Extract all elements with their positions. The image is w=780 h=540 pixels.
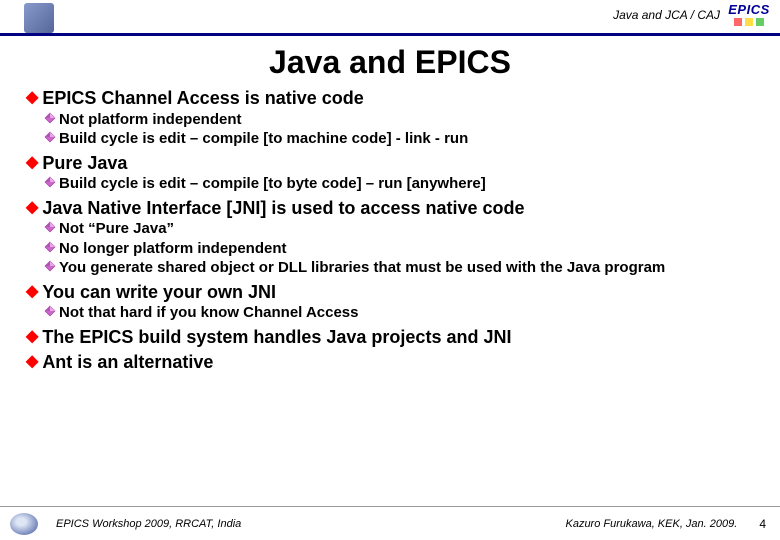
square-bullet-icon: ◆ <box>26 281 38 303</box>
square-bullet-icon: ◆ <box>26 326 38 348</box>
bullet-level1: ◆EPICS Channel Access is native code <box>26 87 754 110</box>
diamond-bullet-icon <box>44 176 56 188</box>
diamond-bullet-icon <box>44 305 56 317</box>
bullet-level2: Not “Pure Java” <box>44 219 754 239</box>
square-bullet-icon: ◆ <box>26 351 38 373</box>
square-bullet-icon: ◆ <box>26 197 38 219</box>
footer-left-text: EPICS Workshop 2009, RRCAT, India <box>56 518 241 530</box>
diamond-bullet-icon <box>44 112 56 124</box>
bullet-text: Not that hard if you know Channel Access <box>59 303 754 323</box>
diamond-bullet-icon <box>44 260 56 272</box>
bullet-text: Build cycle is edit – compile [to machin… <box>59 129 754 149</box>
bullet-level1: ◆Java Native Interface [JNI] is used to … <box>26 197 754 220</box>
bullet-level2: Not that hard if you know Channel Access <box>44 303 754 323</box>
page-number: 4 <box>759 517 766 531</box>
diamond-bullet-icon <box>44 241 56 253</box>
bullet-level2: Build cycle is edit – compile [to machin… <box>44 129 754 149</box>
slide-title: Java and EPICS <box>0 44 780 81</box>
bullet-level2: Not platform independent <box>44 110 754 130</box>
bullet-text: You generate shared object or DLL librar… <box>59 258 754 278</box>
diamond-bullet-icon <box>44 221 56 233</box>
epics-logo: EPICS <box>724 2 774 26</box>
bullet-text: Not “Pure Java” <box>59 219 754 239</box>
slide-header: Java and JCA / CAJ EPICS <box>0 0 780 36</box>
slide-footer: EPICS Workshop 2009, RRCAT, India Kazuro… <box>0 506 780 540</box>
footer-logo <box>10 513 38 535</box>
bullet-level1: ◆Ant is an alternative <box>26 351 754 374</box>
bullet-text: You can write your own JNI <box>42 281 754 304</box>
bullet-text: Java Native Interface [JNI] is used to a… <box>42 197 754 220</box>
bullet-text: Pure Java <box>42 152 754 175</box>
epics-logo-squares <box>724 18 774 26</box>
footer-right-text: Kazuro Furukawa, KEK, Jan. 2009. <box>565 518 737 530</box>
bullet-text: EPICS Channel Access is native code <box>42 87 754 110</box>
bullet-level2: You generate shared object or DLL librar… <box>44 258 754 278</box>
bullet-text: The EPICS build system handles Java proj… <box>42 326 754 349</box>
bullet-level1: ◆The EPICS build system handles Java pro… <box>26 326 754 349</box>
bullet-level2: No longer platform independent <box>44 239 754 259</box>
bullet-text: No longer platform independent <box>59 239 754 259</box>
org-logo <box>24 3 54 33</box>
bullet-text: Not platform independent <box>59 110 754 130</box>
bullet-text: Build cycle is edit – compile [to byte c… <box>59 174 754 194</box>
breadcrumb: Java and JCA / CAJ <box>613 8 720 22</box>
square-bullet-icon: ◆ <box>26 152 38 174</box>
slide-body: ◆EPICS Channel Access is native codeNot … <box>0 87 780 374</box>
bullet-level1: ◆You can write your own JNI <box>26 281 754 304</box>
bullet-level2: Build cycle is edit – compile [to byte c… <box>44 174 754 194</box>
epics-logo-text: EPICS <box>724 2 774 17</box>
bullet-level1: ◆Pure Java <box>26 152 754 175</box>
bullet-text: Ant is an alternative <box>42 351 754 374</box>
square-bullet-icon: ◆ <box>26 87 38 109</box>
diamond-bullet-icon <box>44 131 56 143</box>
